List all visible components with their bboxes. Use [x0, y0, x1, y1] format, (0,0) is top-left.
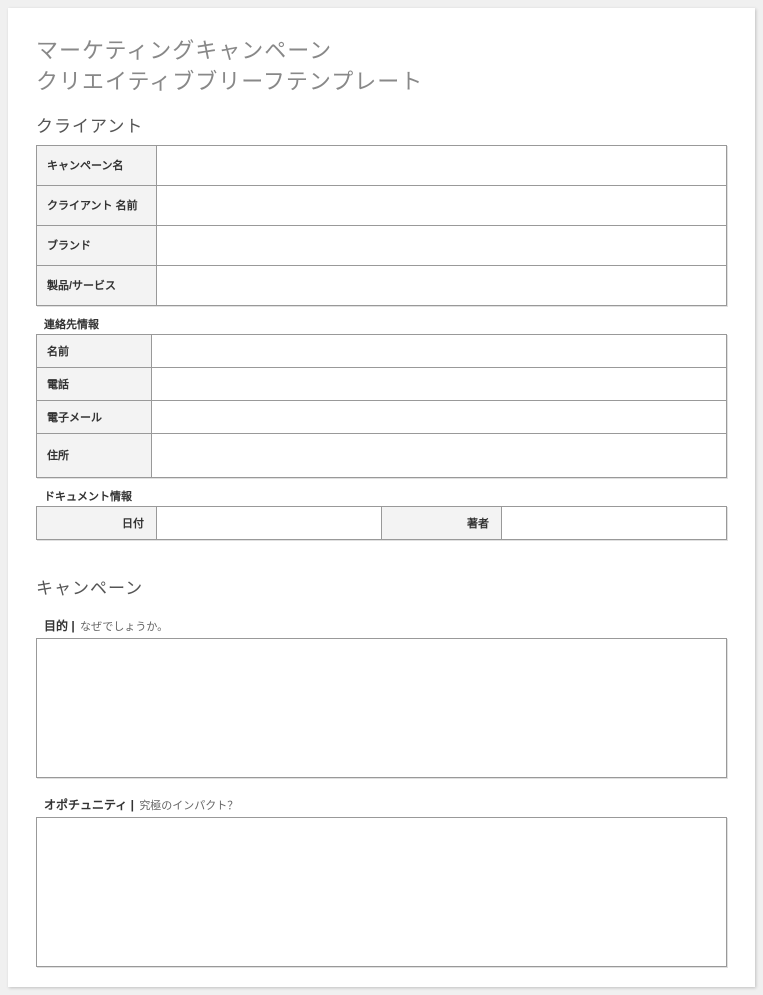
- client-name-field[interactable]: [157, 185, 727, 225]
- docinfo-subheading: ドキュメント情報: [36, 488, 727, 504]
- table-row: 電子メール: [37, 400, 727, 433]
- table-row: 製品/サービス: [37, 265, 727, 305]
- brand-label: ブランド: [37, 225, 157, 265]
- campaign-section-heading: キャンペーン: [36, 574, 727, 599]
- date-label: 日付: [37, 506, 157, 539]
- table-row: ブランド: [37, 225, 727, 265]
- table-row: 名前: [37, 334, 727, 367]
- contact-name-label: 名前: [37, 334, 152, 367]
- client-name-label: クライアント 名前: [37, 185, 157, 225]
- contact-table: 名前 電話 電子メール 住所: [36, 334, 727, 478]
- product-service-label: 製品/サービス: [37, 265, 157, 305]
- contact-subheading: 連絡先情報: [36, 316, 727, 332]
- table-row: クライアント 名前: [37, 185, 727, 225]
- contact-phone-label: 電話: [37, 367, 152, 400]
- opportunity-label-text: オポチュニティ: [44, 798, 127, 812]
- campaign-name-field[interactable]: [157, 145, 727, 185]
- purpose-hint: なぜでしょうか。: [80, 621, 168, 633]
- table-row: キャンペーン名: [37, 145, 727, 185]
- author-field[interactable]: [502, 506, 727, 539]
- opportunity-label: オポチュニティ | 究極のインパクト？: [36, 796, 727, 813]
- contact-name-field[interactable]: [152, 334, 727, 367]
- author-label: 著者: [382, 506, 502, 539]
- client-section-heading: クライアント: [36, 112, 727, 137]
- opportunity-field[interactable]: [36, 817, 727, 967]
- purpose-label-text: 目的: [44, 619, 68, 633]
- product-service-field[interactable]: [157, 265, 727, 305]
- purpose-field[interactable]: [36, 638, 727, 778]
- document-page: マーケティングキャンペーン クリエイティブブリーフテンプレート クライアント キ…: [8, 8, 755, 987]
- brand-field[interactable]: [157, 225, 727, 265]
- contact-address-field[interactable]: [152, 433, 727, 477]
- contact-address-label: 住所: [37, 433, 152, 477]
- document-info-table: 日付 著者: [36, 506, 727, 540]
- purpose-label: 目的 | なぜでしょうか。: [36, 617, 727, 634]
- campaign-name-label: キャンペーン名: [37, 145, 157, 185]
- client-table: キャンペーン名 クライアント 名前 ブランド 製品/サービス: [36, 145, 727, 306]
- title-line-2: クリエイティブブリーフテンプレート: [36, 67, 727, 98]
- table-row: 日付 著者: [37, 506, 727, 539]
- table-row: 住所: [37, 433, 727, 477]
- contact-email-label: 電子メール: [37, 400, 152, 433]
- date-field[interactable]: [157, 506, 382, 539]
- opportunity-hint: 究極のインパクト？: [139, 800, 238, 812]
- title-line-1: マーケティングキャンペーン: [36, 36, 727, 67]
- table-row: 電話: [37, 367, 727, 400]
- contact-email-field[interactable]: [152, 400, 727, 433]
- contact-phone-field[interactable]: [152, 367, 727, 400]
